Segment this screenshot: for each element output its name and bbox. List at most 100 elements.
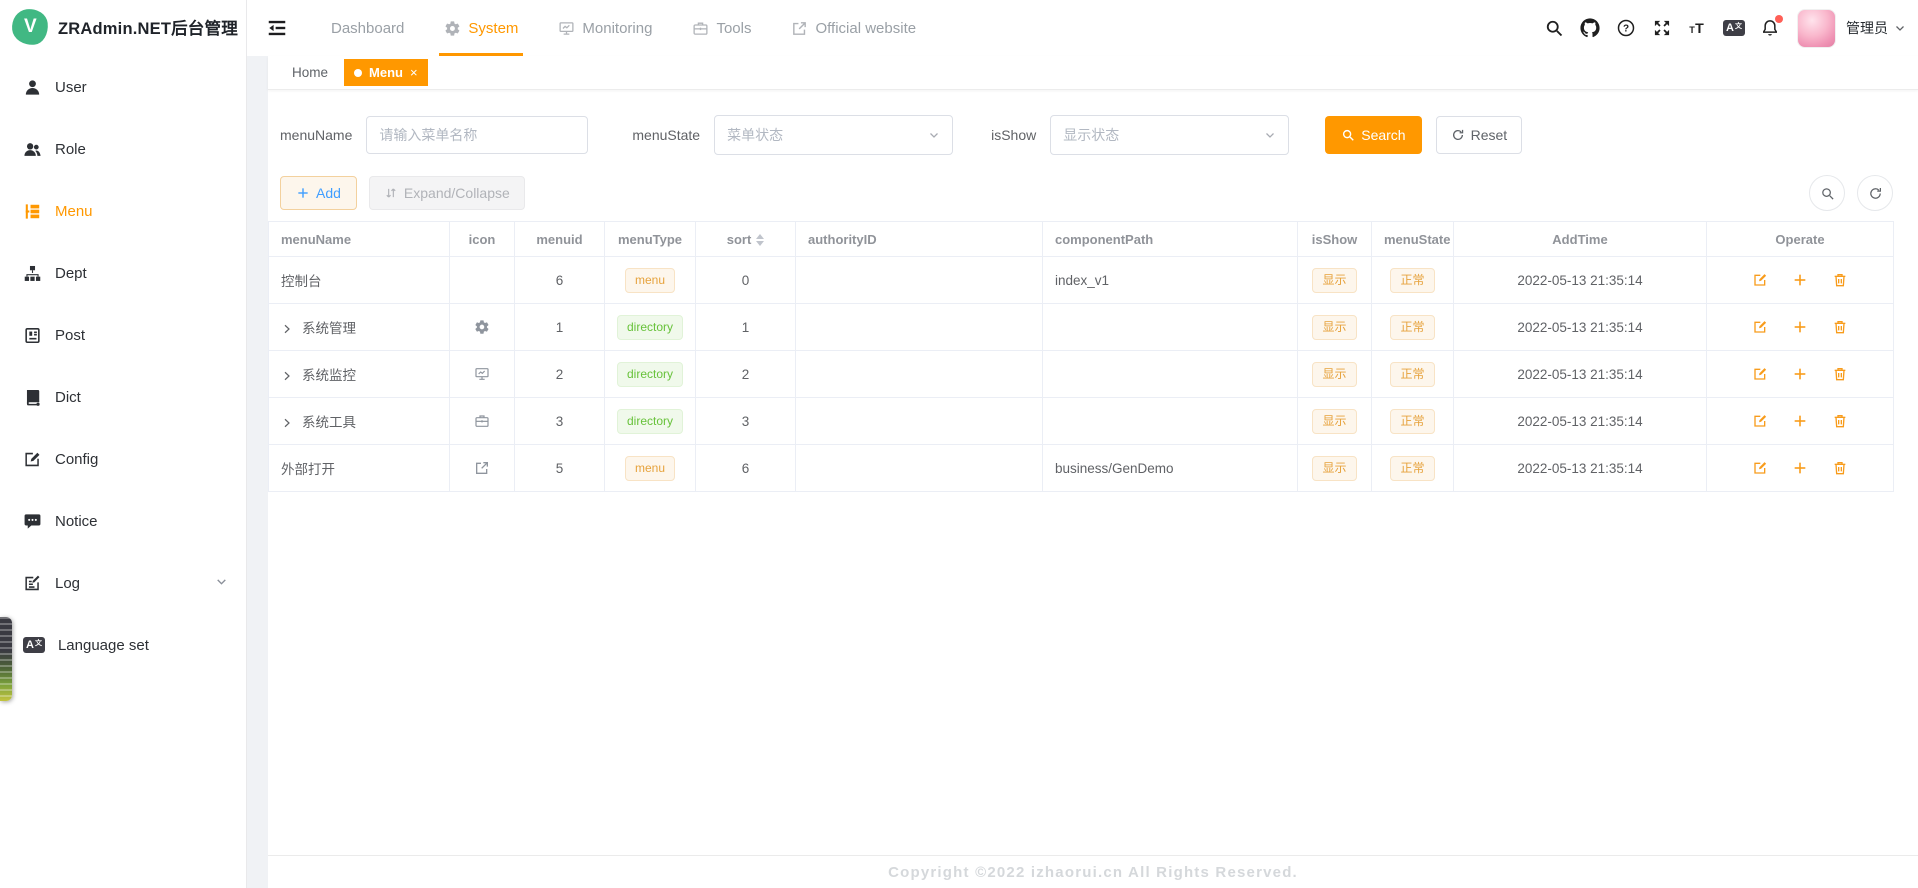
delete-button[interactable]	[1832, 319, 1848, 335]
expand-row-button[interactable]	[281, 417, 293, 429]
sidebar-item-user[interactable]: User	[0, 56, 246, 118]
sidebar-item-language-set[interactable]: A文 Language set	[0, 614, 246, 676]
search-icon	[1341, 128, 1355, 142]
expand-row-button[interactable]	[281, 323, 293, 335]
sidebar-item-dept[interactable]: Dept	[0, 242, 246, 304]
add-button[interactable]: Add	[280, 176, 357, 210]
sidebar-item-post[interactable]: Post	[0, 304, 246, 366]
delete-button[interactable]	[1832, 413, 1848, 429]
avatar[interactable]	[1797, 9, 1836, 48]
refresh-table-button[interactable]	[1857, 175, 1893, 211]
add-child-button[interactable]	[1792, 272, 1808, 288]
plus-icon	[1792, 272, 1808, 288]
col-sort[interactable]: sort	[696, 222, 796, 257]
user-name: 管理员	[1846, 18, 1888, 38]
expand-row-button[interactable]	[281, 370, 293, 382]
search-button[interactable]: Search	[1325, 116, 1421, 154]
nav-label: Official website	[815, 20, 916, 37]
nav-dashboard[interactable]: Dashboard	[311, 0, 424, 56]
nav-monitoring[interactable]: Monitoring	[538, 0, 672, 56]
nav-system[interactable]: System	[424, 0, 538, 56]
table-row: 外部打开 5 menu 6 business/GenDemo 显示 正常 202…	[269, 445, 1894, 492]
menu-state-select[interactable]: 菜单状态	[714, 115, 953, 155]
add-child-button[interactable]	[1792, 413, 1808, 429]
add-child-button[interactable]	[1792, 366, 1808, 382]
is-show-tag: 显示	[1312, 409, 1356, 434]
font-size-icon: TT	[1688, 18, 1708, 38]
cell-component-path	[1043, 304, 1298, 351]
browser-extension-handle[interactable]	[0, 617, 12, 701]
tab-home[interactable]: Home	[280, 65, 340, 80]
role-icon	[23, 140, 42, 159]
col-icon: icon	[450, 222, 515, 257]
add-child-button[interactable]	[1792, 319, 1808, 335]
edit-button[interactable]	[1752, 413, 1768, 429]
cell-sort: 1	[696, 304, 796, 351]
sidebar-item-label: Log	[55, 575, 80, 592]
close-icon[interactable]: ×	[410, 65, 418, 80]
menu-name-label: menuName	[280, 127, 352, 143]
cell-menu-type: directory	[605, 398, 696, 445]
user-icon	[23, 78, 42, 97]
edit-button[interactable]	[1752, 366, 1768, 382]
search-button[interactable]	[1539, 10, 1569, 46]
edit-button[interactable]	[1752, 460, 1768, 476]
sidebar-item-log[interactable]: Log	[0, 552, 246, 614]
sidebar-item-label: Config	[55, 451, 98, 468]
sidebar-item-notice[interactable]: Notice	[0, 490, 246, 552]
sort-desc-caret[interactable]	[756, 241, 764, 246]
is-show-tag: 显示	[1312, 268, 1356, 293]
toggle-search-button[interactable]	[1809, 175, 1845, 211]
sidebar-item-label: Notice	[55, 513, 98, 530]
edit-button[interactable]	[1752, 319, 1768, 335]
translate-icon: A文	[23, 637, 45, 653]
cell-icon	[450, 351, 515, 398]
nav-tools[interactable]: Tools	[672, 0, 771, 56]
sort-asc-caret[interactable]	[756, 234, 764, 239]
table-row: 控制台 6 menu 0 index_v1 显示 正常 2022-05-13 2…	[269, 257, 1894, 304]
nav-official-website[interactable]: Official website	[771, 0, 936, 56]
notifications-button[interactable]	[1755, 10, 1785, 46]
language-button[interactable]: A文	[1719, 10, 1749, 46]
chevron-right-icon	[281, 323, 293, 335]
external-link-icon	[474, 460, 490, 476]
menu-state-tag: 正常	[1390, 409, 1434, 434]
sort-arrows-icon	[384, 186, 398, 200]
nav-label: Monitoring	[582, 20, 652, 37]
edit-button[interactable]	[1752, 272, 1768, 288]
cell-menu-state: 正常	[1372, 445, 1454, 492]
cell-menu-state: 正常	[1372, 351, 1454, 398]
cell-add-time: 2022-05-13 21:35:14	[1454, 445, 1707, 492]
sidebar-item-dict[interactable]: Dict	[0, 366, 246, 428]
delete-button[interactable]	[1832, 272, 1848, 288]
app-root: V ZRAdmin.NET后台管理 User Role Menu Dept	[0, 0, 1918, 888]
font-size-button[interactable]: TT	[1683, 10, 1713, 46]
delete-button[interactable]	[1832, 366, 1848, 382]
add-child-button[interactable]	[1792, 460, 1808, 476]
user-menu[interactable]: 管理员	[1842, 18, 1906, 38]
help-button[interactable]: ?	[1611, 10, 1641, 46]
is-show-select[interactable]: 显示状态	[1050, 115, 1289, 155]
expand-collapse-button[interactable]: Expand/Collapse	[369, 176, 525, 210]
app-title: ZRAdmin.NET后台管理	[58, 15, 238, 39]
sidebar-item-menu[interactable]: Menu	[0, 180, 246, 242]
sidebar-item-config[interactable]: Config	[0, 428, 246, 490]
col-operate: Operate	[1707, 222, 1894, 257]
github-button[interactable]	[1575, 10, 1605, 46]
tabs-bar: Home Menu ×	[268, 56, 1918, 90]
sidebar-collapse-button[interactable]	[259, 10, 295, 46]
menu-state-tag: 正常	[1390, 362, 1434, 387]
cell-menu-name: 系统工具	[269, 398, 450, 445]
nav-label: Dashboard	[331, 20, 404, 37]
table-row: 系统监控 2 directory 2 显示 正常 2022-05-13 21:3…	[269, 351, 1894, 398]
sidebar-item-role[interactable]: Role	[0, 118, 246, 180]
app-logo[interactable]: V ZRAdmin.NET后台管理	[0, 0, 246, 54]
sidebar-item-label: Post	[55, 327, 85, 344]
reset-button[interactable]: Reset	[1436, 116, 1523, 154]
menu-name-input[interactable]	[366, 116, 588, 154]
delete-button[interactable]	[1832, 460, 1848, 476]
tab-menu[interactable]: Menu ×	[344, 59, 428, 86]
fullscreen-button[interactable]	[1647, 10, 1677, 46]
cell-add-time: 2022-05-13 21:35:14	[1454, 257, 1707, 304]
question-icon: ?	[1616, 18, 1636, 38]
